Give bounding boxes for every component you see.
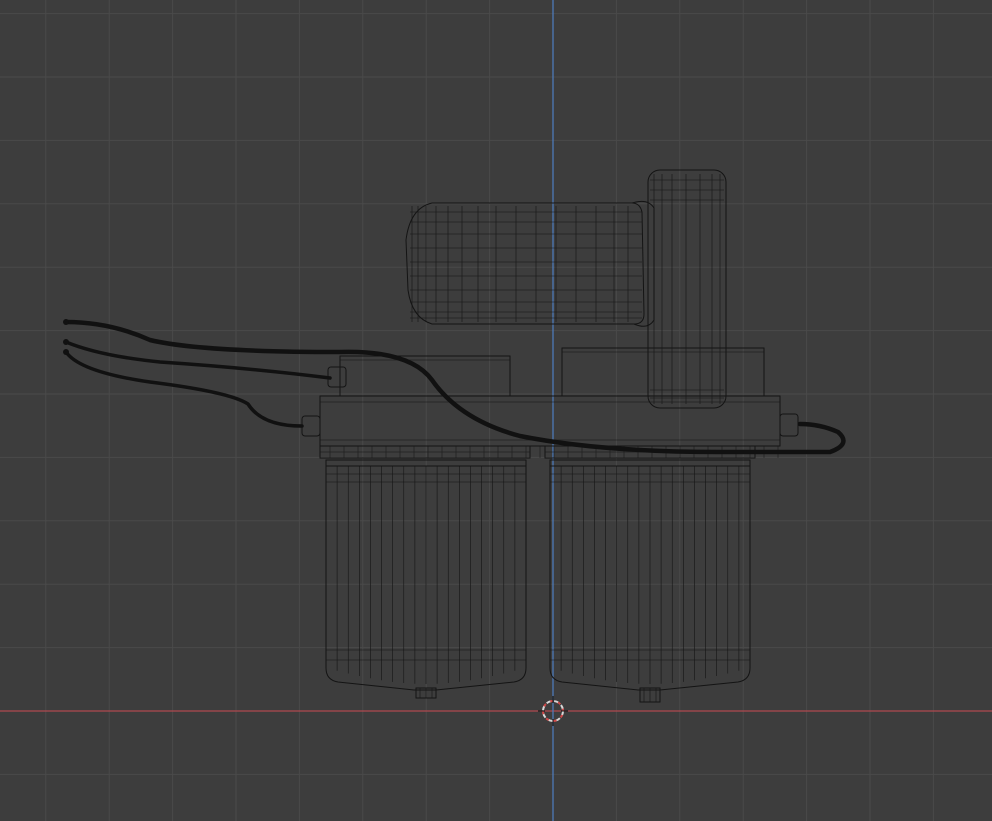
wireframe-model[interactable] [63, 169, 846, 703]
viewport-grid [0, 0, 992, 821]
motor-bands [410, 211, 642, 319]
mounting-block-left[interactable] [339, 355, 511, 397]
filter-head[interactable] [301, 366, 799, 459]
motor-rings [411, 206, 629, 322]
3d-viewport[interactable] [0, 0, 992, 821]
mounting-block-right[interactable] [561, 347, 765, 397]
filter-bowl-left[interactable] [325, 459, 527, 691]
filter-bowl-right-lines [550, 466, 750, 684]
filter-bowl-left-lines [326, 466, 526, 684]
filter-bowl-right[interactable] [549, 459, 751, 691]
viewport-canvas[interactable] [0, 0, 992, 821]
motor-end-cap[interactable] [647, 169, 727, 409]
end-cap-lines [650, 174, 724, 404]
viewport-axes [0, 0, 992, 821]
